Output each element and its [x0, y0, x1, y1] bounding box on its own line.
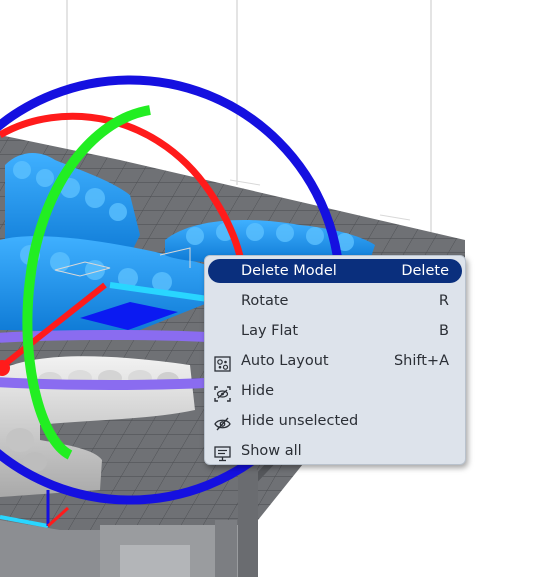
menu-item-delete-model[interactable]: Delete Model Delete — [208, 259, 462, 283]
menu-item-label: Hide — [241, 383, 275, 399]
menu-item-label: Hide unselected — [241, 413, 359, 429]
menu-item-shortcut: R — [438, 293, 449, 309]
menu-item-rotate[interactable]: Rotate R — [205, 286, 465, 316]
monitor-icon — [214, 443, 231, 462]
eye-icon — [214, 413, 231, 431]
context-menu[interactable]: Delete Model Delete Rotate R Lay Flat B … — [204, 255, 466, 465]
menu-item-hide[interactable]: Hide — [205, 376, 465, 406]
menu-item-auto-layout[interactable]: Auto Layout Shift+A — [205, 346, 465, 376]
menu-item-show-all[interactable]: Show all — [205, 436, 465, 466]
menu-item-label: Lay Flat — [241, 323, 299, 339]
menu-item-label: Rotate — [241, 293, 289, 309]
menu-item-label: Delete Model — [241, 263, 337, 279]
menu-item-lay-flat[interactable]: Lay Flat B — [205, 316, 465, 346]
auto-layout-icon — [214, 353, 231, 372]
menu-item-hide-unselected[interactable]: Hide unselected — [205, 406, 465, 436]
menu-item-shortcut: B — [439, 323, 449, 339]
menu-item-label: Show all — [241, 443, 302, 459]
3d-viewport[interactable]: Delete Model Delete Rotate R Lay Flat B … — [0, 0, 559, 577]
hide-icon — [214, 383, 231, 402]
menu-item-shortcut: Shift+A — [393, 353, 449, 369]
menu-item-label: Auto Layout — [241, 353, 329, 369]
menu-item-shortcut: Delete — [401, 263, 449, 279]
